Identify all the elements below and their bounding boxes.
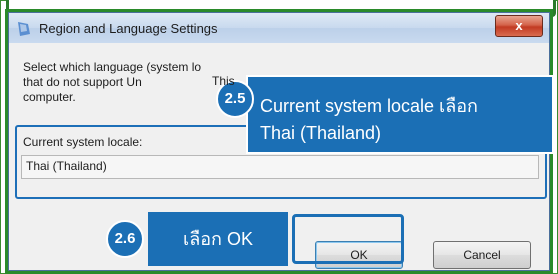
- description-line-2: that do not support Un: [23, 75, 142, 89]
- dialog-titlebar[interactable]: Region and Language Settings x: [9, 13, 549, 43]
- dialog-description: Select which language (system lo that do…: [23, 60, 201, 105]
- dialog-title: Region and Language Settings: [39, 21, 218, 36]
- current-locale-field[interactable]: Thai (Thailand): [21, 155, 539, 179]
- description-line-2-suffix: This: [212, 74, 235, 88]
- step-2-6-badge: 2.6: [106, 220, 144, 258]
- ok-highlight-frame: [292, 214, 404, 264]
- callout-line-2: Thai (Thailand): [260, 123, 382, 143]
- cancel-button[interactable]: Cancel: [433, 241, 531, 269]
- select-ok-label: เลือก OK: [148, 212, 288, 266]
- close-button[interactable]: x: [495, 15, 543, 37]
- callout-line-1: Current system locale เลือก: [260, 96, 478, 116]
- instruction-callout: Current system locale เลือก Thai (Thaila…: [246, 75, 554, 154]
- description-line-1: Select which language (system lo: [23, 60, 202, 74]
- current-locale-label: Current system locale:: [23, 135, 143, 149]
- current-locale-value: Thai (Thailand): [26, 159, 107, 173]
- region-globe-icon: [18, 22, 30, 36]
- description-line-3: computer.: [23, 90, 76, 104]
